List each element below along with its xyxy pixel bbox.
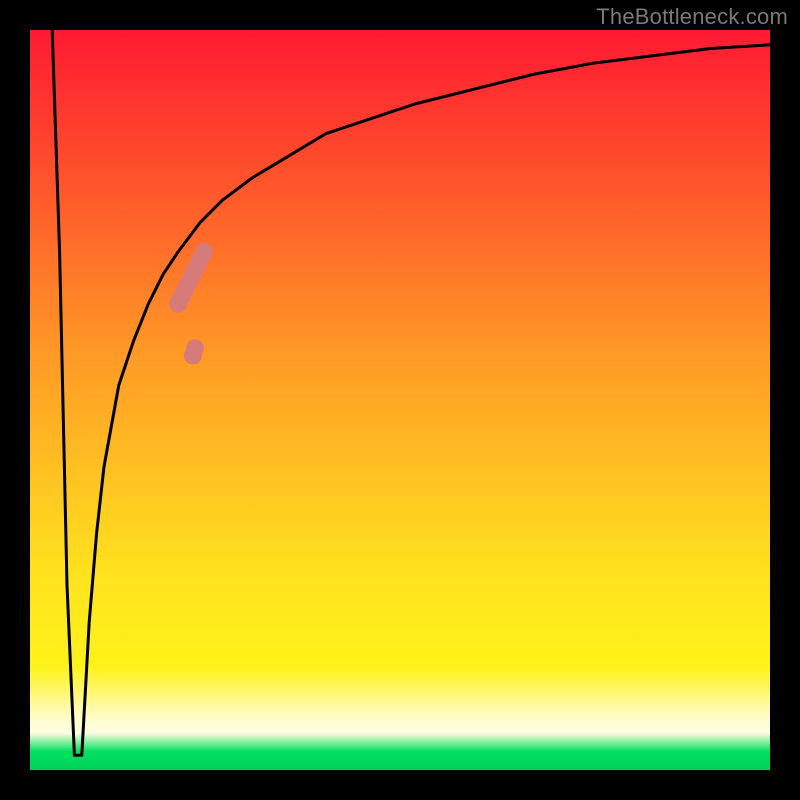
- plot-area: [30, 30, 770, 770]
- chart-frame: TheBottleneck.com: [0, 0, 800, 800]
- highlight-dot: [195, 243, 213, 261]
- highlight-dot: [186, 339, 204, 357]
- highlight-points: [169, 243, 213, 365]
- watermark-text: TheBottleneck.com: [596, 4, 788, 30]
- curve-line: [52, 30, 770, 755]
- chart-svg: [30, 30, 770, 770]
